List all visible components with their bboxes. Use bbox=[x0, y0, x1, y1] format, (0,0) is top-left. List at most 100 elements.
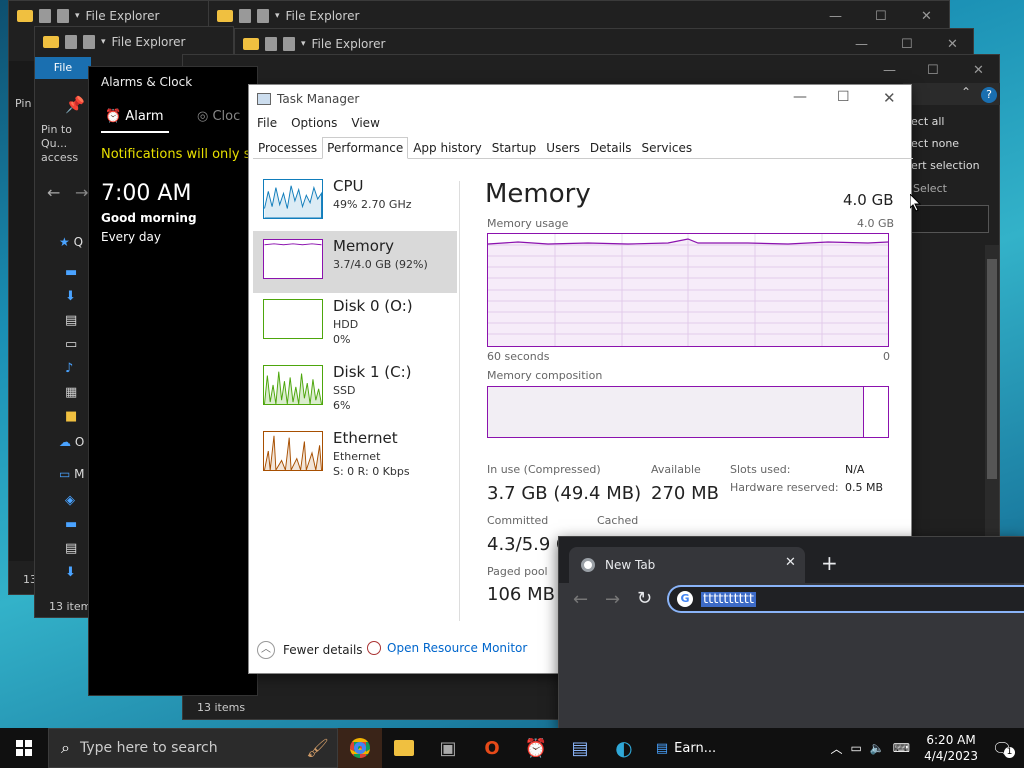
taskbar-file-explorer[interactable] bbox=[382, 728, 426, 768]
invert-selection-item[interactable]: ert selection bbox=[911, 159, 980, 172]
sidebar-item-cpu[interactable]: CPU 49% 2.70 GHz bbox=[253, 171, 457, 233]
sidebar-item-disk-0[interactable]: Disk 0 (O:) HDD 0% bbox=[253, 291, 457, 353]
3d-objects-icon[interactable]: ◈ bbox=[65, 489, 85, 513]
collapse-ribbon-icon[interactable]: ⌃ bbox=[961, 85, 971, 99]
taskbar-chrome[interactable] bbox=[338, 728, 382, 768]
forward-arrow-icon[interactable]: → bbox=[605, 589, 620, 610]
sidebar-item-ethernet[interactable]: Ethernet Ethernet S: 0 R: 0 Kbps bbox=[253, 423, 457, 485]
nav-quick-access[interactable]: ★ Q bbox=[59, 235, 83, 249]
music-icon[interactable]: ♪ bbox=[65, 357, 85, 381]
tab-clock[interactable]: ◎ Cloc bbox=[197, 109, 240, 124]
tab-users[interactable]: Users bbox=[541, 137, 585, 158]
network-icon[interactable]: ▭ bbox=[850, 741, 861, 755]
resource-monitor-icon bbox=[367, 641, 381, 655]
minimize-button[interactable]: — bbox=[855, 37, 868, 52]
menu-options[interactable]: Options bbox=[291, 116, 337, 130]
sidebar-item-detail: HDD bbox=[333, 318, 359, 331]
status-items: 13 items bbox=[197, 701, 246, 714]
volume-icon[interactable]: 🔈 bbox=[870, 741, 885, 755]
documents-icon[interactable]: ▤ bbox=[65, 537, 85, 561]
pin-label-short[interactable]: Pin bbox=[15, 97, 31, 110]
taskbar-search-box[interactable]: ⌕ Type here to search 🖌 bbox=[48, 728, 338, 768]
forward-arrow-icon[interactable]: → bbox=[75, 183, 88, 202]
pictures-icon[interactable]: ▭ bbox=[65, 333, 85, 357]
downloads-icon[interactable]: ⬇ bbox=[65, 285, 85, 309]
sidebar-item-disk-1[interactable]: Disk 1 (C:) SSD 6% bbox=[253, 357, 457, 419]
taskbar-control-panel[interactable]: ▣ bbox=[426, 728, 470, 768]
fewer-details-button[interactable]: ︿ Fewer details bbox=[257, 641, 363, 659]
minimize-button[interactable]: — bbox=[883, 63, 896, 78]
tab-services[interactable]: Services bbox=[637, 137, 698, 158]
keyboard-icon[interactable]: ⌨ bbox=[893, 741, 910, 755]
start-button[interactable] bbox=[0, 728, 48, 768]
chrome-tab-new-tab[interactable]: New Tab bbox=[569, 547, 805, 583]
new-tab-button[interactable]: + bbox=[821, 551, 838, 575]
desktop-icon[interactable]: ▬ bbox=[65, 513, 85, 537]
omnibox-text[interactable]: tttttttttt bbox=[701, 591, 756, 607]
documents-icon[interactable]: ▤ bbox=[65, 309, 85, 333]
chrome-window[interactable]: New Tab ✕ + ← → ↻ G tttttttttt bbox=[558, 536, 1024, 729]
maximize-button[interactable]: ☐ bbox=[837, 89, 850, 105]
scrollbar-thumb[interactable] bbox=[987, 259, 997, 479]
maximize-button[interactable]: ☐ bbox=[901, 37, 913, 52]
omnibox[interactable]: G tttttttttt bbox=[667, 585, 1024, 613]
close-button[interactable]: ✕ bbox=[947, 37, 958, 52]
minimize-button[interactable]: — bbox=[829, 9, 842, 24]
file-explorer-window-2[interactable]: ▾ File Explorer — ☐ ✕ bbox=[208, 0, 950, 31]
dropdown-icon[interactable]: ▾ bbox=[275, 11, 280, 21]
close-button[interactable]: ✕ bbox=[921, 9, 932, 24]
dropdown-icon[interactable]: ▾ bbox=[75, 11, 80, 21]
menu-view[interactable]: View bbox=[351, 116, 379, 130]
clock[interactable]: 6:20 AM 4/4/2023 bbox=[924, 732, 978, 764]
ribbon-file-tab[interactable]: File bbox=[35, 57, 91, 79]
slots-used-value: N/A bbox=[845, 463, 865, 476]
close-button[interactable]: ✕ bbox=[973, 63, 984, 78]
open-resource-monitor-link[interactable]: Open Resource Monitor bbox=[367, 641, 527, 655]
tab-startup[interactable]: Startup bbox=[487, 137, 542, 158]
maximize-button[interactable]: ☐ bbox=[927, 63, 939, 78]
taskbar-edge[interactable]: ◐ bbox=[602, 728, 646, 768]
sidebar-item-percent: 6% bbox=[333, 399, 351, 412]
tab-details[interactable]: Details bbox=[585, 137, 637, 158]
sidebar-item-name: Disk 0 (O:) bbox=[333, 297, 413, 315]
nav-onedrive[interactable]: ☁ O bbox=[59, 435, 84, 449]
taskbar-office[interactable]: O bbox=[470, 728, 514, 768]
pin-icon[interactable]: 📌 bbox=[65, 95, 85, 114]
taskbar-task-manager[interactable]: ▤ bbox=[558, 728, 602, 768]
desktop-icon[interactable]: ▬ bbox=[65, 261, 85, 285]
dropdown-icon[interactable]: ▾ bbox=[101, 37, 106, 47]
maximize-button[interactable]: ☐ bbox=[875, 9, 887, 24]
select-all-item[interactable]: ect all bbox=[911, 115, 944, 128]
tab-performance[interactable]: Performance bbox=[322, 137, 409, 159]
videos-icon[interactable]: ▦ bbox=[65, 381, 85, 405]
back-arrow-icon[interactable]: ← bbox=[573, 589, 588, 610]
taskbar-earn-app[interactable]: ▤ Earn... bbox=[646, 728, 726, 768]
back-arrow-icon[interactable]: ← bbox=[47, 183, 60, 202]
alarm-time[interactable]: 7:00 AM bbox=[101, 181, 191, 206]
help-icon[interactable]: ? bbox=[981, 87, 997, 103]
reload-icon[interactable]: ↻ bbox=[637, 588, 652, 609]
sidebar-item-memory[interactable]: Memory 3.7/4.0 GB (92%) bbox=[253, 231, 457, 293]
minimize-button[interactable]: — bbox=[793, 89, 807, 105]
nav-this-pc[interactable]: ▭ M bbox=[59, 467, 85, 481]
taskbar-alarms[interactable]: ⏰ bbox=[514, 728, 558, 768]
downloads-icon[interactable]: ⬇ bbox=[65, 561, 85, 585]
cpu-sparkline bbox=[263, 179, 323, 219]
folder-yellow-icon[interactable]: ■ bbox=[65, 405, 85, 429]
close-button[interactable]: ✕ bbox=[883, 89, 896, 107]
chevron-up-icon[interactable]: ︿ bbox=[830, 740, 842, 757]
title-bar[interactable]: Task Manager bbox=[249, 85, 911, 113]
disk0-sparkline bbox=[263, 299, 323, 339]
close-tab-icon[interactable]: ✕ bbox=[785, 555, 796, 570]
alarms-clock-window[interactable]: Alarms & Clock ⏰ Alarm ◎ Cloc Notificati… bbox=[88, 66, 258, 696]
tab-app-history[interactable]: App history bbox=[408, 137, 487, 158]
title-bar[interactable]: ▾ File Explorer bbox=[35, 27, 233, 57]
dropdown-icon[interactable]: ▾ bbox=[301, 39, 306, 49]
tab-alarm[interactable]: ⏰ Alarm bbox=[105, 109, 164, 124]
tab-processes[interactable]: Processes bbox=[253, 137, 322, 158]
menu-file[interactable]: File bbox=[257, 116, 277, 130]
notifications-button[interactable]: 🗨 1 bbox=[992, 739, 1020, 758]
new-folder-icon bbox=[83, 35, 95, 49]
nav-icons: ▬ ⬇ ▤ ▭ ♪ ▦ ■ bbox=[65, 261, 85, 429]
select-none-item[interactable]: ect none bbox=[911, 137, 959, 150]
